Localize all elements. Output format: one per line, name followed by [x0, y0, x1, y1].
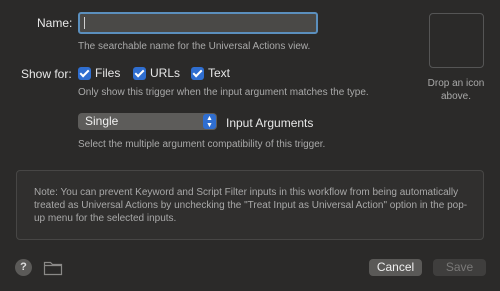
- files-checkbox-label: Files: [95, 66, 121, 80]
- help-button[interactable]: ?: [15, 259, 32, 276]
- name-label: Name:: [37, 16, 73, 30]
- urls-checkbox[interactable]: URLs: [133, 66, 180, 80]
- check-icon: [78, 66, 91, 80]
- cancel-button[interactable]: Cancel: [369, 259, 422, 276]
- check-icon: [191, 66, 204, 80]
- help-icon: ?: [20, 261, 27, 273]
- folder-icon: [43, 261, 63, 276]
- input-arguments-select[interactable]: Single ▲ ▼: [78, 113, 217, 130]
- input-arguments-hint: Select the multiple argument compatibili…: [78, 139, 326, 150]
- check-icon: [133, 66, 146, 80]
- note-box: Note: You can prevent Keyword and Script…: [16, 170, 484, 240]
- urls-checkbox-label: URLs: [150, 66, 181, 80]
- icon-drop-well[interactable]: [429, 13, 484, 68]
- show-for-label: Show for:: [21, 67, 72, 81]
- input-arguments-selected: Single: [85, 114, 119, 128]
- text-caret: [84, 17, 85, 29]
- note-text: Note: You can prevent Keyword and Script…: [34, 187, 468, 224]
- text-checkbox[interactable]: Text: [191, 66, 230, 80]
- text-checkbox-label: Text: [208, 66, 231, 80]
- show-for-hint: Only show this trigger when the input ar…: [78, 87, 369, 98]
- save-button[interactable]: Save: [433, 259, 486, 276]
- name-input[interactable]: [78, 12, 318, 34]
- files-checkbox[interactable]: Files: [78, 66, 120, 80]
- icon-drop-hint: Drop an icon above.: [427, 78, 485, 102]
- folder-button[interactable]: [43, 259, 63, 281]
- name-hint: The searchable name for the Universal Ac…: [78, 41, 311, 52]
- input-arguments-label: Input Arguments: [226, 116, 314, 130]
- chevron-up-down-icon: ▲ ▼: [203, 114, 216, 129]
